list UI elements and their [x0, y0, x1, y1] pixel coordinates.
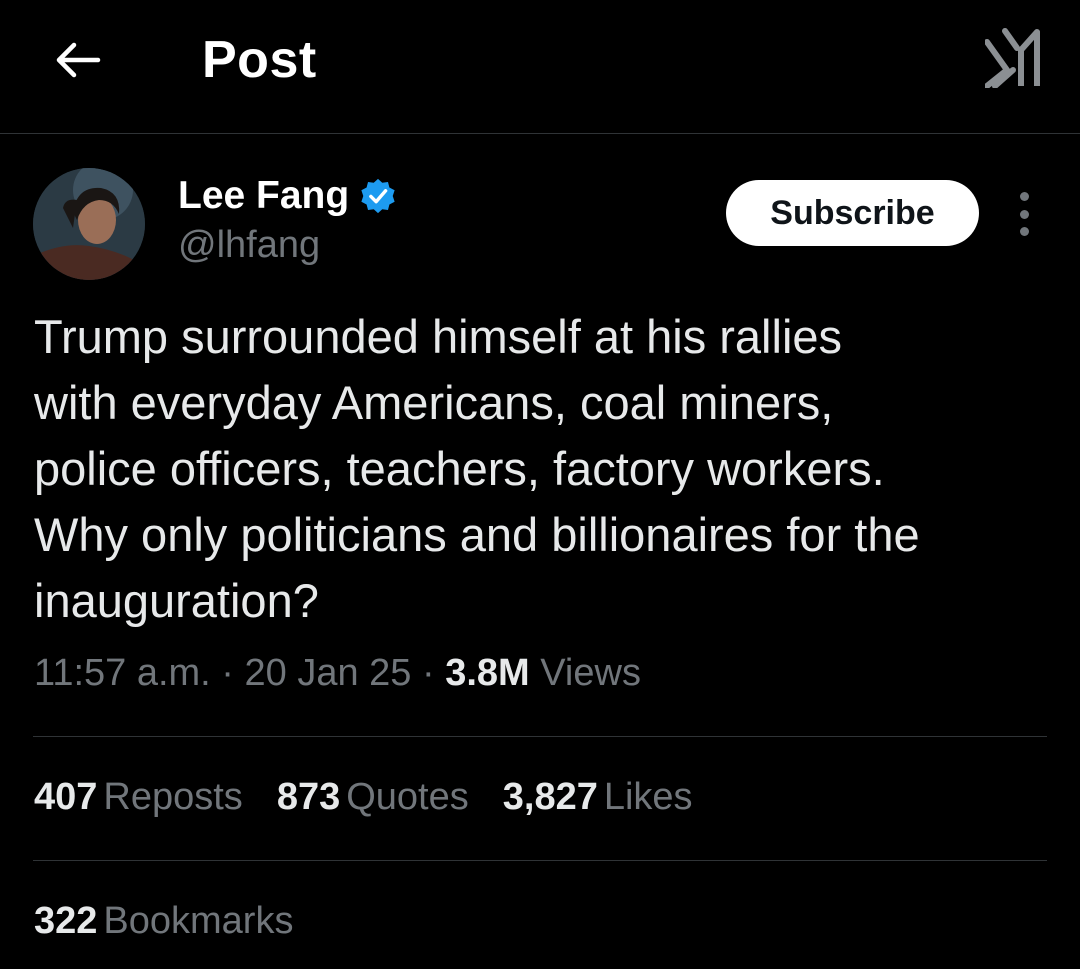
more-options-icon[interactable] [1010, 192, 1038, 236]
quotes-count: 873 [276, 776, 341, 818]
tweet-line: Trump surrounded himself at his rallies [34, 310, 843, 363]
likes-label: Likes [603, 776, 693, 818]
tweet-line: Why only politicians and billionaires fo… [34, 508, 920, 561]
quotes-stat[interactable]: 873 Quotes [277, 776, 469, 819]
author-name-row[interactable]: Lee Fang [178, 174, 397, 218]
likes-stat[interactable]: 3,827 Likes [503, 776, 693, 819]
post-detail-screen: Post Lee Fang @lhfang Subscribe Trump su… [0, 0, 1080, 969]
verified-badge-icon [361, 178, 395, 214]
tweet-line: inauguration? [34, 574, 319, 627]
views-label: Views [540, 652, 641, 694]
likes-count: 3,827 [502, 776, 598, 818]
reposts-stat[interactable]: 407 Reposts [34, 776, 243, 819]
bookmarks-stat[interactable]: 322 Bookmarks [34, 900, 293, 943]
bookmarks-count: 322 [34, 900, 98, 942]
engagement-stats: 407 Reposts 873 Quotes 3,827 Likes [34, 776, 727, 819]
author-name: Lee Fang [178, 174, 350, 217]
top-bar: Post [0, 0, 1080, 134]
separator: · [221, 652, 234, 694]
arrow-left-icon [56, 42, 101, 78]
post-date[interactable]: 20 Jan 25 [245, 652, 412, 694]
views-count: 3.8M [445, 652, 530, 694]
bookmarks-label: Bookmarks [103, 900, 294, 942]
author-handle[interactable]: @lhfang [178, 224, 320, 267]
post-meta: 11:57 a.m. · 20 Jan 25 · 3.8M Views [34, 652, 641, 695]
divider [33, 736, 1047, 737]
tweet-line: police officers, teachers, factory worke… [34, 442, 885, 495]
quotes-label: Quotes [346, 776, 469, 818]
avatar[interactable] [33, 168, 145, 280]
separator: · [422, 652, 435, 694]
reposts-label: Reposts [103, 776, 243, 818]
tweet-text: Trump surrounded himself at his rallies … [34, 304, 1054, 634]
divider [33, 860, 1047, 861]
grok-icon[interactable] [985, 28, 1041, 88]
reposts-count: 407 [34, 776, 98, 818]
profile-photo [33, 168, 145, 280]
post-time[interactable]: 11:57 a.m. [34, 652, 211, 694]
back-button[interactable] [50, 34, 106, 86]
subscribe-button[interactable]: Subscribe [726, 180, 979, 246]
tweet-line: with everyday Americans, coal miners, [34, 376, 834, 429]
page-title: Post [202, 31, 317, 89]
